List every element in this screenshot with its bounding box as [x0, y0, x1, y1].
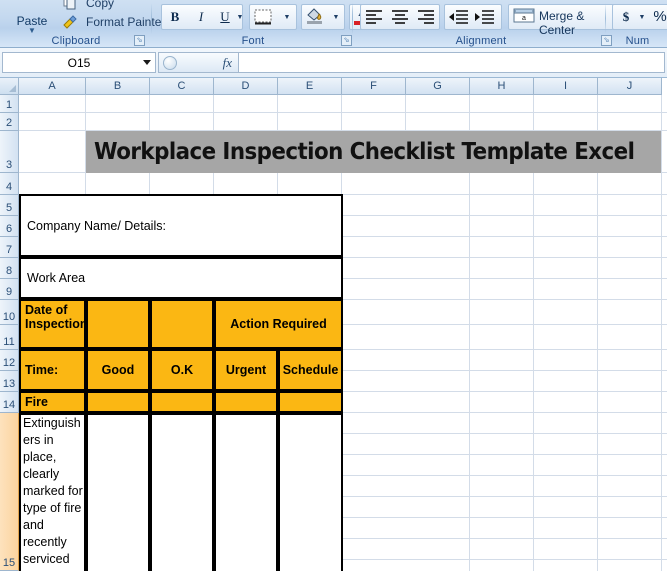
merge-center-label[interactable]: Merge & Center — [539, 9, 606, 37]
row15-ok-cell[interactable] — [150, 413, 214, 571]
row-header-6[interactable]: 6 — [0, 216, 19, 237]
ribbon-group-clipboard: Paste ▼ Copy Format Painter Clipboard ⬂ — [0, 0, 165, 48]
borders-dropdown-icon[interactable]: ▼ — [280, 6, 294, 28]
row15-good-cell[interactable] — [86, 413, 150, 571]
column-header-d[interactable]: D — [214, 78, 278, 95]
copy-button[interactable]: Copy — [86, 0, 114, 10]
currency-dropdown-icon[interactable]: ▼ — [636, 6, 648, 28]
sheet-title-banner[interactable]: Workplace Inspection Checklist Template … — [86, 131, 661, 173]
company-name-cell[interactable]: Company Name/ Details: — [19, 194, 343, 257]
row-header-14[interactable]: 14 — [0, 392, 19, 413]
merge-center-icon[interactable]: a — [513, 7, 535, 25]
fire-cell[interactable]: Fire — [19, 391, 86, 413]
work-area-cell[interactable]: Work Area — [19, 257, 343, 299]
underline-dropdown-icon[interactable]: ▼ — [235, 6, 245, 28]
row-header-12[interactable]: 12 — [0, 350, 19, 371]
fire-blank-d-cell[interactable] — [214, 391, 278, 413]
extinguisher-text: Extinguishers in place, clearly marked f… — [23, 416, 83, 566]
copy-label: Copy — [86, 0, 115, 10]
font-group-label: Font — [241, 35, 265, 47]
ribbon-group-number: $ ▼ % Num — [608, 0, 667, 48]
chevron-down-icon: ▼ — [28, 26, 36, 35]
formula-bar: O15 fx — [0, 48, 667, 78]
align-right-icon[interactable] — [416, 8, 436, 26]
sheet-title: Workplace Inspection Checklist Template … — [94, 139, 635, 165]
row-header-15[interactable]: 15 — [0, 413, 19, 571]
name-box[interactable]: O15 — [2, 52, 156, 73]
action-required-cell[interactable]: Action Required — [214, 299, 343, 349]
column-header-h[interactable]: H — [470, 78, 534, 95]
column-header-i[interactable]: I — [534, 78, 598, 95]
formula-input[interactable] — [238, 52, 665, 73]
row15-urgent-cell[interactable] — [214, 413, 278, 571]
name-box-chevron-down-icon[interactable] — [143, 60, 151, 65]
format-painter-icon — [63, 15, 77, 29]
name-box-value: O15 — [67, 56, 91, 70]
work-area-label: Work Area — [27, 271, 86, 285]
column-header-f[interactable]: F — [342, 78, 406, 95]
row-header-7[interactable]: 7 — [0, 237, 19, 258]
italic-button[interactable]: I — [189, 6, 213, 28]
font-dialog-launcher[interactable]: ⬂ — [341, 35, 352, 46]
increase-indent-icon[interactable] — [474, 8, 496, 26]
alignment-group-label: Alignment — [455, 35, 507, 47]
row-header-8[interactable]: 8 — [0, 258, 19, 279]
svg-text:a: a — [522, 15, 526, 22]
number-group-label: Num — [625, 35, 650, 47]
decrease-indent-icon[interactable] — [448, 8, 470, 26]
row-header-2[interactable]: 2 — [0, 113, 19, 131]
row-header-10[interactable]: 10 — [0, 300, 19, 325]
column-header-g[interactable]: G — [406, 78, 470, 95]
borders-icon[interactable] — [254, 9, 272, 25]
excel-window: Paste ▼ Copy Format Painter Clipboard ⬂ — [0, 0, 667, 571]
fire-blank-c-cell[interactable] — [150, 391, 214, 413]
clipboard-group-label: Clipboard — [51, 35, 101, 47]
fill-color-icon[interactable] — [305, 7, 325, 25]
row15-schedule-cell[interactable] — [278, 413, 343, 571]
clipboard-dialog-launcher[interactable]: ⬂ — [134, 35, 145, 46]
header-blank-c-cell[interactable] — [150, 299, 214, 349]
header-blank-b-cell[interactable] — [86, 299, 150, 349]
ribbon-group-font: B I U ▼ ▼ ▼ A ▼ Font ⬂ — [153, 0, 393, 48]
column-header-a[interactable]: A — [19, 78, 86, 95]
company-name-label: Company Name/ Details: — [27, 218, 166, 233]
column-header-c[interactable]: C — [150, 78, 214, 95]
column-header-j[interactable]: J — [598, 78, 662, 95]
row-header-1[interactable]: 1 — [0, 95, 19, 113]
column-header-b[interactable]: B — [86, 78, 150, 95]
good-cell[interactable]: Good — [86, 349, 150, 391]
spreadsheet-grid[interactable]: A B C D E F G H I J 1 2 3 4 5 6 7 8 9 10… — [0, 78, 667, 571]
copy-icon — [63, 0, 76, 10]
align-center-icon[interactable] — [390, 8, 410, 26]
row-header-3[interactable]: 3 — [0, 131, 19, 173]
select-all-corner[interactable] — [0, 78, 19, 95]
insert-function-circle-icon[interactable] — [163, 55, 177, 70]
ok-cell[interactable]: O.K — [150, 349, 214, 391]
currency-button[interactable]: $ — [616, 6, 636, 28]
schedule-cell[interactable]: Schedule — [278, 349, 343, 391]
urgent-cell[interactable]: Urgent — [214, 349, 278, 391]
column-header-e[interactable]: E — [278, 78, 342, 95]
percent-button[interactable]: % — [650, 5, 667, 27]
formula-bar-buttons[interactable]: fx — [158, 52, 238, 73]
underline-button[interactable]: U — [215, 6, 235, 28]
ribbon: Paste ▼ Copy Format Painter Clipboard ⬂ — [0, 0, 667, 48]
fire-blank-b-cell[interactable] — [86, 391, 150, 413]
fx-icon[interactable]: fx — [223, 55, 232, 71]
fill-color-dropdown-icon[interactable]: ▼ — [329, 6, 343, 28]
time-cell[interactable]: Time: — [19, 349, 86, 391]
row-header-4[interactable]: 4 — [0, 173, 19, 195]
bold-button[interactable]: B — [163, 6, 187, 28]
row-header-5[interactable]: 5 — [0, 195, 19, 216]
extinguisher-text-cell[interactable]: Extinguishers in place, clearly marked f… — [19, 413, 86, 571]
row-header-9[interactable]: 9 — [0, 279, 19, 300]
row-header-13[interactable]: 13 — [0, 371, 19, 392]
ribbon-group-alignment: a Merge & Center ▼ Alignment ⬂ — [352, 0, 630, 48]
align-left-icon[interactable] — [364, 8, 384, 26]
row-header-11[interactable]: 11 — [0, 325, 19, 350]
fire-blank-e-cell[interactable] — [278, 391, 343, 413]
date-of-inspection-cell[interactable]: Date of Inspection: — [19, 299, 86, 349]
